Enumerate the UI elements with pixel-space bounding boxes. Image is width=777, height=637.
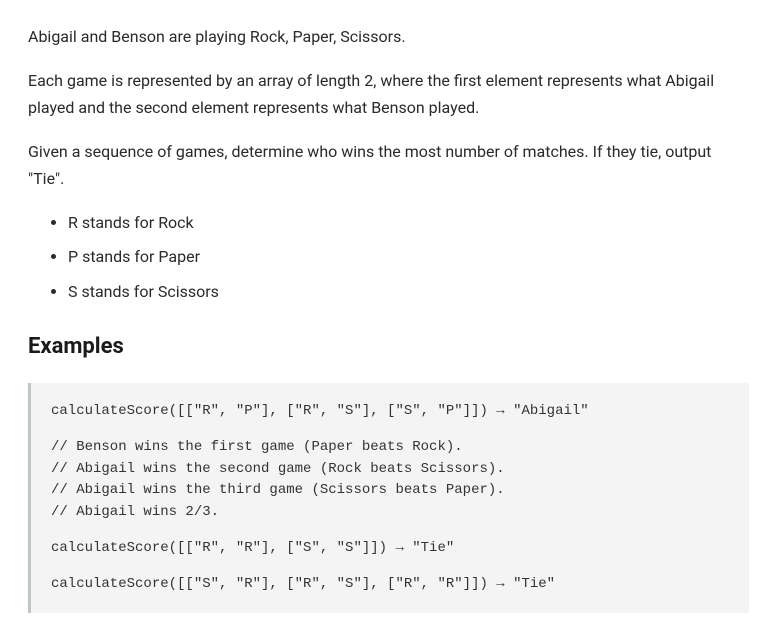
examples-heading: Examples <box>28 329 749 365</box>
code-example-1: calculateScore([["R", "P"], ["R", "S"], … <box>51 401 729 423</box>
legend-item-scissors: S stands for Scissors <box>68 279 749 305</box>
legend-list: R stands for Rock P stands for Paper S s… <box>28 210 749 305</box>
code-comment-3: // Abigail wins the third game (Scissors… <box>51 480 729 502</box>
code-example-3: calculateScore([["S", "R"], ["R", "S"], … <box>51 574 729 596</box>
intro-paragraph-1: Abigail and Benson are playing Rock, Pap… <box>28 24 749 50</box>
code-example-2: calculateScore([["R", "R"], ["S", "S"]])… <box>51 538 729 560</box>
intro-paragraph-2: Each game is represented by an array of … <box>28 68 749 121</box>
code-comment-1: // Benson wins the first game (Paper bea… <box>51 437 729 459</box>
code-comment-2: // Abigail wins the second game (Rock be… <box>51 459 729 481</box>
legend-item-rock: R stands for Rock <box>68 210 749 236</box>
intro-paragraph-3: Given a sequence of games, determine who… <box>28 139 749 192</box>
legend-item-paper: P stands for Paper <box>68 244 749 270</box>
code-comment-4: // Abigail wins 2/3. <box>51 502 729 524</box>
examples-code-block: calculateScore([["R", "P"], ["R", "S"], … <box>28 383 749 613</box>
